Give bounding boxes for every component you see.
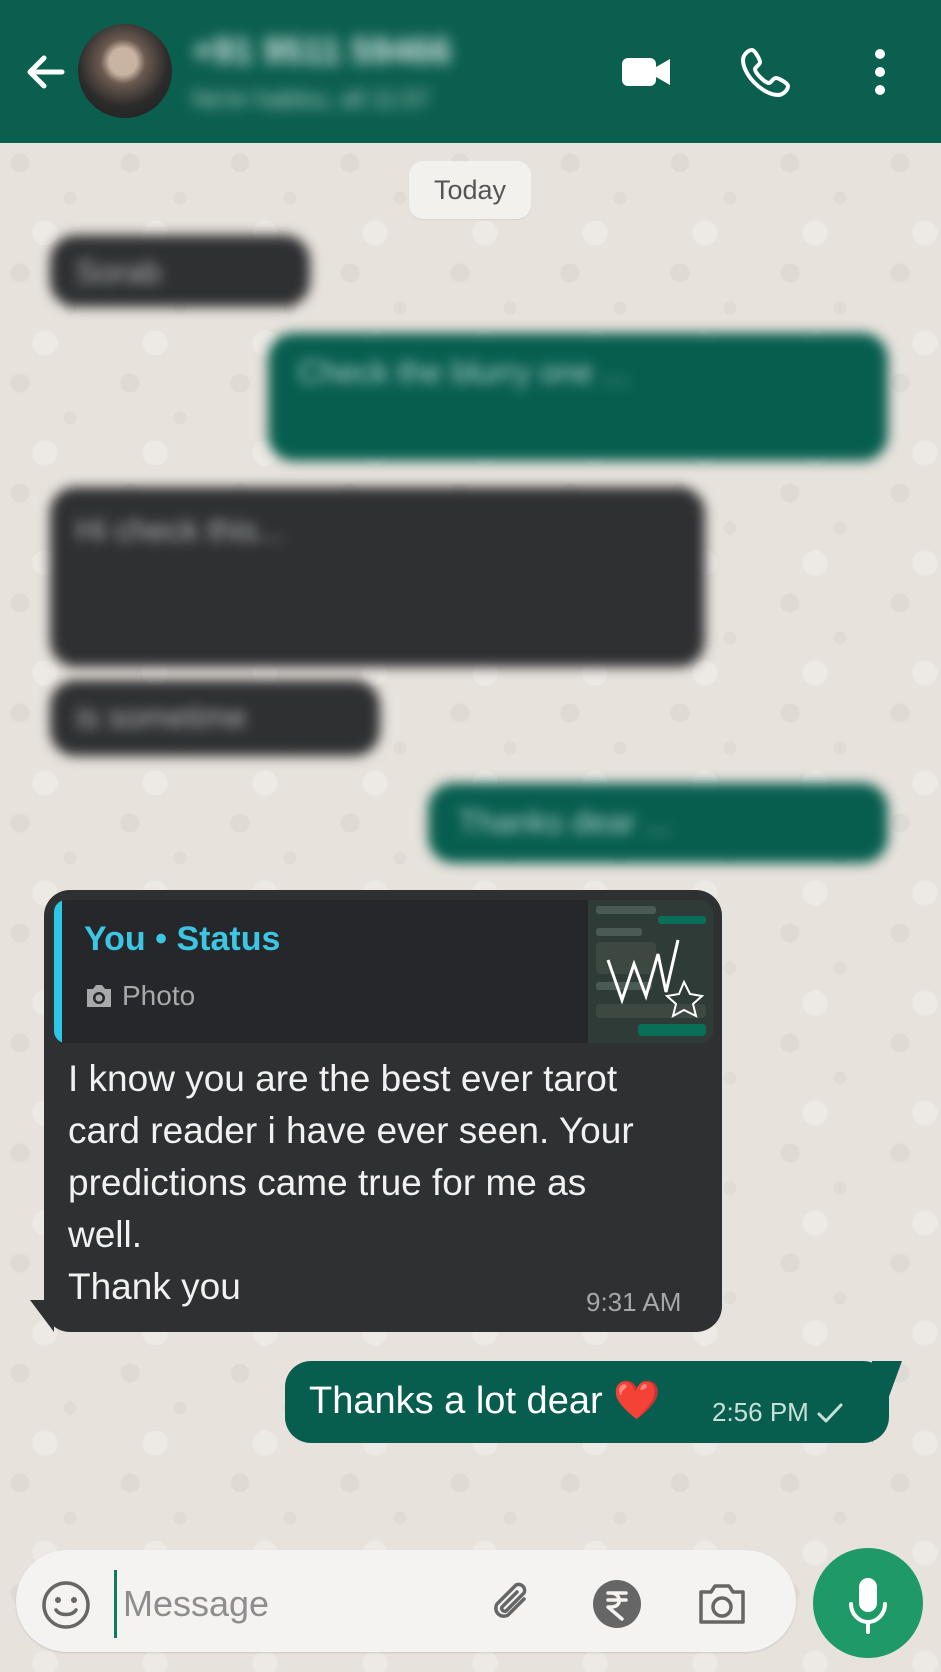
quoted-subtitle: Photo bbox=[84, 980, 195, 1012]
message-text: Hi check this... bbox=[76, 512, 285, 548]
attach-button[interactable] bbox=[486, 1577, 540, 1631]
message-text: I know you are the best ever tarot card … bbox=[68, 1058, 634, 1307]
contact-status: Ne'er hablou, all 11:57 bbox=[192, 86, 430, 113]
camera-button[interactable] bbox=[696, 1578, 748, 1630]
message-timestamp: 9:31 AM bbox=[586, 1287, 682, 1317]
payment-button[interactable] bbox=[591, 1578, 643, 1630]
video-camera-icon bbox=[622, 58, 670, 86]
status-photo-thumbnail bbox=[588, 900, 713, 1043]
message-bubble-outgoing[interactable]: Thanks dear ... bbox=[428, 783, 888, 863]
phone-icon bbox=[741, 48, 790, 97]
video-call-button[interactable] bbox=[618, 44, 674, 100]
message-bubble-incoming[interactable]: Hi check this... bbox=[50, 487, 705, 667]
message-meta: 2:56 PM bbox=[712, 1397, 845, 1428]
camera-icon bbox=[699, 1584, 745, 1624]
rupee-icon bbox=[593, 1580, 641, 1628]
voice-message-button[interactable] bbox=[813, 1548, 923, 1658]
message-bubble-outgoing[interactable]: Check the blurry one ... bbox=[268, 333, 888, 461]
chat-header: +91 9511 59466 Ne'er hablou, all 11:57 bbox=[0, 0, 941, 143]
back-button[interactable] bbox=[20, 46, 72, 98]
quote-accent-bar bbox=[54, 900, 62, 1043]
message-timestamp: 2:56 PM bbox=[712, 1397, 809, 1427]
message-text: Thanks a lot dear ❤️ bbox=[309, 1380, 661, 1422]
arrow-left-icon bbox=[27, 55, 65, 89]
message-input[interactable] bbox=[114, 1570, 465, 1638]
quoted-type: Photo bbox=[122, 980, 196, 1011]
emoji-icon bbox=[42, 1581, 90, 1629]
message-bubble-incoming[interactable]: Sorab bbox=[50, 235, 310, 307]
message-text: is sometime bbox=[76, 699, 247, 735]
voice-call-button[interactable] bbox=[738, 44, 794, 100]
more-options-button[interactable] bbox=[852, 44, 908, 100]
message-text: Check the blurry one ... bbox=[298, 354, 629, 390]
avatar[interactable] bbox=[78, 24, 172, 118]
paperclip-icon bbox=[494, 1582, 527, 1618]
emoji-button[interactable] bbox=[38, 1577, 94, 1633]
message-bubble-incoming[interactable]: is sometime bbox=[50, 680, 380, 756]
quoted-status-preview[interactable]: You • Status Photo bbox=[54, 900, 713, 1043]
camera-icon bbox=[87, 985, 111, 1007]
message-text: Sorab bbox=[76, 254, 162, 290]
date-separator: Today bbox=[409, 161, 531, 219]
contact-name[interactable]: +91 9511 59466 bbox=[192, 30, 472, 70]
single-check-icon bbox=[817, 1403, 843, 1422]
more-vertical-icon bbox=[875, 49, 885, 95]
microphone-icon bbox=[849, 1578, 887, 1634]
message-text: Thanks dear ... bbox=[458, 804, 672, 840]
quoted-title: You • Status bbox=[84, 920, 281, 958]
